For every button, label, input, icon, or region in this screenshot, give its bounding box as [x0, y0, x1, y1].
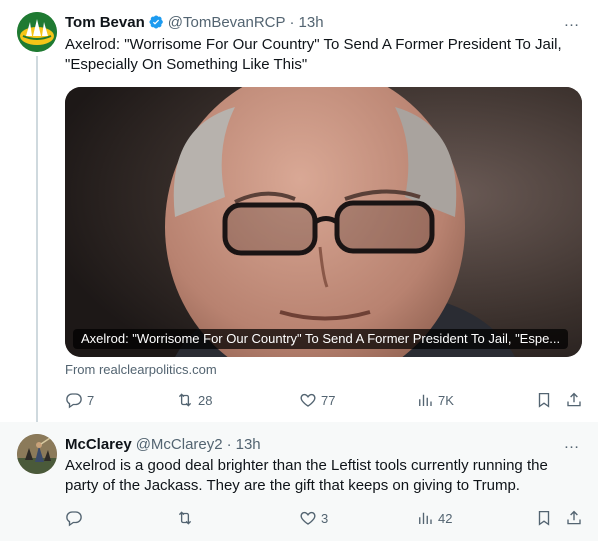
card-source-link[interactable]: From realclearpolitics.com — [65, 362, 217, 377]
views-button[interactable]: 7K — [416, 390, 454, 410]
bookmark-icon — [538, 510, 550, 526]
card-photo — [65, 87, 582, 357]
repost-count: 28 — [198, 392, 213, 408]
repost-button[interactable] — [176, 508, 198, 528]
card-caption: Axelrod: "Worrisome For Our Country" To … — [73, 329, 569, 349]
reply-button[interactable]: 7 — [65, 390, 94, 410]
tweet-tom-bevan[interactable]: Tom Bevan @TomBevanRCP · 13h … Axelrod: … — [0, 0, 598, 428]
tweet-text-line: Axelrod is a good deal brighter than the… — [65, 457, 548, 474]
author-handle[interactable]: @TomBevanRCP — [168, 14, 286, 31]
thread-connector-line — [36, 56, 38, 428]
like-count: 3 — [321, 510, 329, 526]
share-button[interactable] — [565, 508, 583, 528]
separator-dot: · — [289, 13, 295, 31]
heart-icon — [300, 511, 316, 525]
more-options-icon[interactable]: … — [562, 12, 582, 32]
avatar-tom-bevan[interactable] — [17, 12, 57, 52]
like-button[interactable]: 77 — [299, 390, 335, 410]
separator-dot: · — [226, 435, 232, 453]
views-button[interactable]: 42 — [416, 508, 452, 528]
analytics-icon — [419, 394, 432, 406]
like-count: 77 — [321, 392, 336, 408]
tweet-actions: 7 28 77 7K — [65, 390, 585, 410]
tweet-text: Axelrod: "Worrisome For Our Country" To … — [65, 35, 585, 75]
tweet-text: Axelrod is a good deal brighter than the… — [65, 456, 585, 496]
tweet-text-line: "Especially On Something Like This" — [65, 56, 308, 73]
author-handle[interactable]: @McClarey2 — [136, 436, 223, 453]
view-count: 42 — [438, 510, 453, 526]
tweet-actions: 3 42 — [65, 508, 585, 528]
tweet-header: McClarey @McClarey2 · 13h — [65, 434, 261, 454]
heart-icon — [300, 393, 316, 407]
bookmark-button[interactable] — [535, 508, 553, 528]
tweet-text-line: Axelrod: "Worrisome For Our Country" To … — [65, 36, 562, 53]
tweet-header: Tom Bevan @TomBevanRCP · 13h — [65, 12, 324, 32]
link-card-image[interactable]: Axelrod: "Worrisome For Our Country" To … — [65, 87, 582, 357]
bookmark-button[interactable] — [535, 390, 553, 410]
repost-icon — [178, 393, 192, 407]
repost-button[interactable]: 28 — [176, 390, 212, 410]
tweet-timestamp[interactable]: 13h — [236, 436, 261, 453]
more-options-icon[interactable]: … — [562, 434, 582, 454]
reply-button[interactable] — [65, 508, 87, 528]
tweet-timestamp[interactable]: 13h — [299, 14, 324, 31]
tweet-mcclarey[interactable]: McClarey @McClarey2 · 13h … Axelrod is a… — [0, 422, 598, 541]
reply-icon — [66, 511, 82, 527]
reply-count: 7 — [87, 392, 95, 408]
author-name[interactable]: Tom Bevan — [65, 14, 145, 31]
avatar-mcclarey[interactable] — [17, 434, 57, 474]
repost-icon — [178, 511, 192, 525]
tweet-text-line: party of the Jackass. They are the gift … — [65, 477, 520, 494]
view-count: 7K — [438, 392, 454, 408]
reply-icon — [66, 393, 82, 409]
bookmark-icon — [538, 392, 550, 408]
analytics-icon — [419, 512, 432, 524]
share-icon — [567, 510, 581, 525]
verified-badge-icon — [149, 15, 163, 29]
like-button[interactable]: 3 — [299, 508, 328, 528]
share-button[interactable] — [565, 390, 583, 410]
share-icon — [567, 392, 581, 407]
author-name[interactable]: McClarey — [65, 436, 132, 453]
